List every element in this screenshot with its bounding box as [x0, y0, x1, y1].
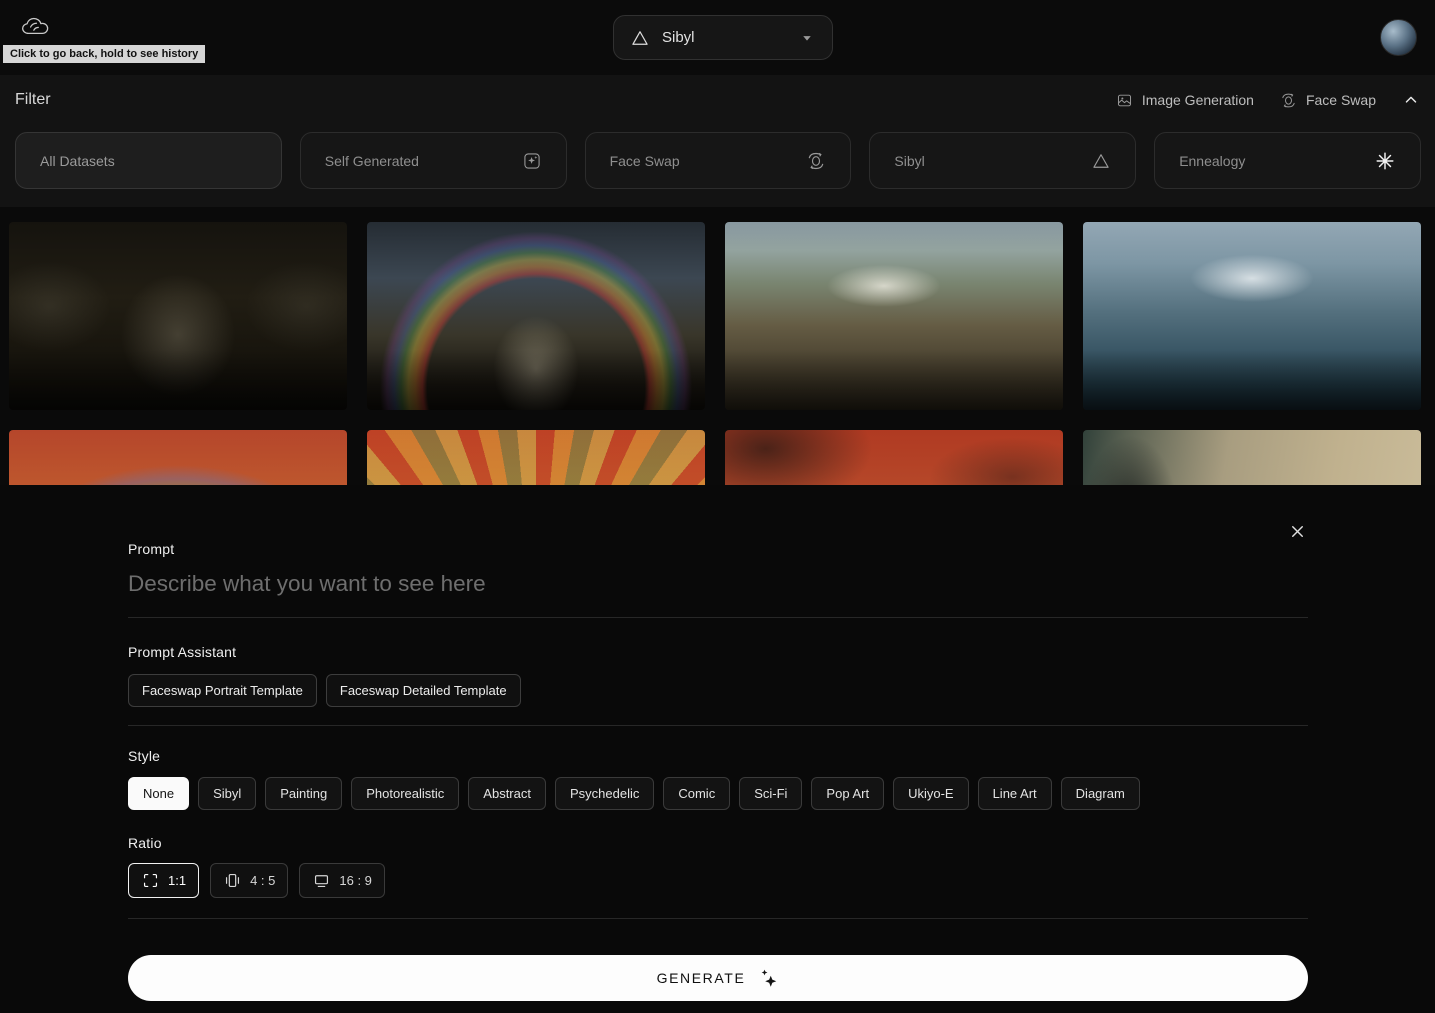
pill-label: Ennealogy [1179, 153, 1245, 169]
dataset-filter-row: All Datasets Self Generated Face Swap [15, 132, 1421, 189]
style-chip-row: None Sibyl Painting Photorealistic Abstr… [128, 777, 1308, 810]
gallery-image-4[interactable] [1083, 222, 1421, 410]
close-icon [1288, 522, 1307, 541]
style-chip-diagram[interactable]: Diagram [1061, 777, 1140, 810]
gallery-image-2[interactable] [367, 222, 705, 410]
landscape-ratio-icon [312, 871, 331, 890]
style-chip-pop-art[interactable]: Pop Art [811, 777, 884, 810]
mode-image-generation[interactable]: Image Generation [1116, 92, 1254, 109]
face-swap-icon [806, 151, 826, 171]
template-faceswap-portrait-button[interactable]: Faceswap Portrait Template [128, 674, 317, 707]
sparkle-square-icon [522, 151, 542, 171]
close-sheet-button[interactable] [1284, 518, 1310, 544]
filter-header: Filter Image Generation [15, 91, 1420, 109]
model-name: Sibyl [662, 29, 695, 46]
triangle-icon [1091, 151, 1111, 171]
ratio-option-label: 16 : 9 [339, 873, 372, 888]
style-chip-sibyl[interactable]: Sibyl [198, 777, 256, 810]
pill-label: All Datasets [40, 153, 115, 169]
dataset-filter-ennealogy[interactable]: Ennealogy [1154, 132, 1421, 189]
prompt-label: Prompt [128, 541, 1308, 557]
mode-group: Image Generation Face Swap [1116, 91, 1420, 109]
model-selector[interactable]: Sibyl [613, 15, 833, 60]
pill-label: Face Swap [610, 153, 680, 169]
template-faceswap-detailed-button[interactable]: Faceswap Detailed Template [326, 674, 521, 707]
user-avatar[interactable] [1380, 19, 1417, 56]
style-chip-painting[interactable]: Painting [265, 777, 342, 810]
divider [128, 725, 1308, 726]
mode-label: Face Swap [1306, 92, 1376, 108]
generate-button[interactable]: GENERATE [128, 955, 1308, 1001]
app-screen: Click to go back, hold to see history Si… [0, 0, 1435, 1013]
sparkles-icon [757, 967, 779, 989]
style-chip-comic[interactable]: Comic [663, 777, 730, 810]
style-chip-line-art[interactable]: Line Art [978, 777, 1052, 810]
style-chip-psychedelic[interactable]: Psychedelic [555, 777, 654, 810]
filter-panel: Filter Image Generation [0, 75, 1435, 207]
gallery-image-1[interactable] [9, 222, 347, 410]
prompt-input[interactable] [128, 557, 1308, 618]
portrait-ratio-icon [223, 871, 242, 890]
style-label: Style [128, 748, 1308, 764]
style-chip-abstract[interactable]: Abstract [468, 777, 546, 810]
top-bar: Click to go back, hold to see history Si… [0, 0, 1435, 75]
ratio-button-1-1[interactable]: 1:1 [128, 863, 199, 898]
sheet-content: Prompt Prompt Assistant Faceswap Portrai… [128, 485, 1308, 1001]
collapse-filters-button[interactable] [1402, 91, 1420, 109]
dataset-filter-all[interactable]: All Datasets [15, 132, 282, 189]
pill-label: Self Generated [325, 153, 419, 169]
divider [128, 918, 1308, 919]
caret-down-icon [798, 29, 816, 47]
dataset-filter-sibyl[interactable]: Sibyl [869, 132, 1136, 189]
ratio-button-4-5[interactable]: 4 : 5 [210, 863, 288, 898]
ratio-option-label: 1:1 [168, 873, 186, 888]
template-row: Faceswap Portrait Template Faceswap Deta… [128, 674, 1308, 707]
ratio-label: Ratio [128, 835, 1308, 851]
cloud-logo-icon [20, 14, 54, 40]
ratio-row: 1:1 4 : 5 16 : 9 [128, 863, 1308, 898]
filter-title: Filter [15, 91, 51, 109]
style-chip-sci-fi[interactable]: Sci-Fi [739, 777, 802, 810]
ratio-button-16-9[interactable]: 16 : 9 [299, 863, 385, 898]
mode-face-swap[interactable]: Face Swap [1280, 92, 1376, 109]
style-chip-ukiyo-e[interactable]: Ukiyo-E [893, 777, 969, 810]
style-chip-photorealistic[interactable]: Photorealistic [351, 777, 459, 810]
chevron-up-icon [1402, 91, 1420, 109]
generation-sheet: Prompt Prompt Assistant Faceswap Portrai… [0, 485, 1435, 1013]
dataset-filter-self-generated[interactable]: Self Generated [300, 132, 567, 189]
gallery-image-3[interactable] [725, 222, 1063, 410]
mode-label: Image Generation [1142, 92, 1254, 108]
style-chip-none[interactable]: None [128, 777, 189, 810]
image-generation-icon [1116, 92, 1133, 109]
starburst-icon [1374, 150, 1396, 172]
prompt-assistant-label: Prompt Assistant [128, 644, 1308, 660]
triangle-icon [630, 28, 650, 48]
generate-label: GENERATE [657, 970, 746, 986]
pill-label: Sibyl [894, 153, 924, 169]
dataset-filter-face-swap[interactable]: Face Swap [585, 132, 852, 189]
ratio-option-label: 4 : 5 [250, 873, 275, 888]
back-tooltip: Click to go back, hold to see history [3, 45, 205, 63]
face-swap-icon [1280, 92, 1297, 109]
back-logo-button[interactable] [20, 14, 56, 42]
crop-square-icon [141, 871, 160, 890]
